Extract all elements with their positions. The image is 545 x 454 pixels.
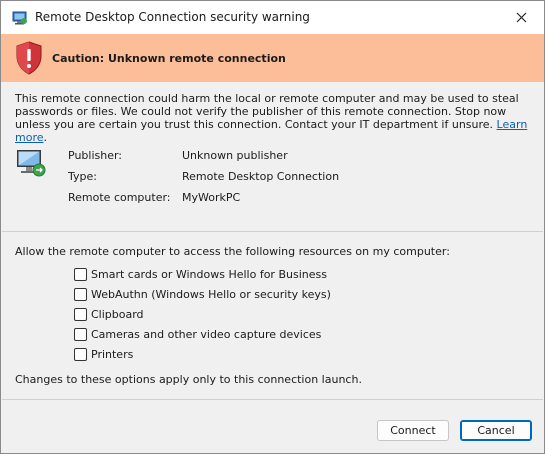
checkbox-webauthn[interactable]: WebAuthn (Windows Hello or security keys… — [74, 287, 331, 301]
checkbox-label: WebAuthn (Windows Hello or security keys… — [91, 287, 331, 301]
close-button[interactable] — [498, 1, 544, 34]
checkbox-printers[interactable]: Printers — [74, 347, 133, 361]
warning-description: This remote connection could harm the lo… — [15, 92, 535, 144]
cancel-button[interactable]: Cancel — [460, 420, 532, 441]
publisher-label: Publisher: — [68, 149, 123, 162]
type-value: Remote Desktop Connection — [182, 170, 340, 183]
window-title: Remote Desktop Connection security warni… — [35, 10, 310, 24]
shield-warning-icon — [16, 41, 42, 75]
resources-prompt: Allow the remote computer to access the … — [15, 245, 450, 258]
divider — [2, 399, 543, 400]
type-label: Type: — [68, 170, 97, 183]
checkbox-label: Printers — [91, 347, 134, 361]
remote-computer-value: MyWorkPC — [182, 191, 241, 204]
remote-computer-label: Remote computer: — [68, 191, 171, 204]
remote-computer-icon — [17, 150, 46, 177]
security-warning-dialog: Remote Desktop Connection security warni… — [0, 0, 545, 454]
checkbox-box[interactable] — [74, 267, 87, 281]
publisher-value: Unknown publisher — [182, 149, 288, 162]
checkbox-cameras[interactable]: Cameras and other video capture devices — [74, 327, 321, 341]
checkbox-label: Clipboard — [91, 307, 144, 321]
checkbox-box[interactable] — [74, 307, 87, 321]
checkbox-smart-cards[interactable]: Smart cards or Windows Hello for Busines… — [74, 267, 327, 281]
connect-button[interactable]: Connect — [377, 420, 449, 441]
divider — [2, 231, 543, 232]
warning-banner: Caution: Unknown remote connection — [1, 34, 544, 82]
checkbox-box[interactable] — [74, 347, 87, 361]
description-end: . — [43, 131, 48, 144]
checkbox-label: Smart cards or Windows Hello for Busines… — [91, 267, 327, 281]
options-note: Changes to these options apply only to t… — [15, 373, 362, 386]
close-icon — [516, 12, 526, 23]
remote-desktop-icon — [12, 11, 27, 25]
title-bar: Remote Desktop Connection security warni… — [1, 1, 544, 34]
checkbox-label: Cameras and other video capture devices — [91, 327, 322, 341]
warning-title: Caution: Unknown remote connection — [52, 52, 286, 65]
description-text: This remote connection could harm the lo… — [15, 92, 519, 131]
checkbox-box[interactable] — [74, 287, 87, 301]
checkbox-clipboard[interactable]: Clipboard — [74, 307, 144, 321]
checkbox-box[interactable] — [74, 327, 87, 341]
